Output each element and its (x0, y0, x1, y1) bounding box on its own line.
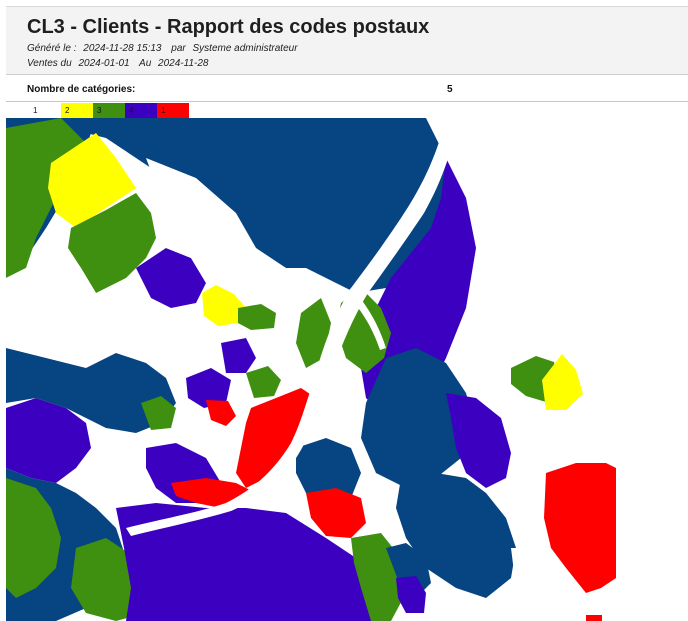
sales-from: 2024-01-01 (78, 58, 130, 69)
categories-label: Nombre de catégories: (27, 84, 136, 95)
map-legend: 1 2 3 4 1 (29, 103, 189, 118)
by-label: par (171, 43, 186, 54)
legend-label-2: 2 (65, 106, 70, 115)
legend-swatch-4: 4 (125, 103, 157, 118)
generated-label: Généré le : (27, 43, 77, 54)
region-red-small (586, 615, 602, 621)
legend-label-5: 1 (161, 106, 166, 115)
report-header: CL3 - Clients - Rapport des codes postau… (6, 6, 688, 75)
legend-swatch-3: 3 (93, 103, 125, 118)
categories-count: 5 (447, 84, 453, 95)
postal-code-map[interactable] (6, 118, 616, 621)
sales-to: 2024-11-28 (158, 58, 209, 69)
sales-label: Ventes du (27, 58, 72, 69)
legend-label-3: 3 (97, 106, 102, 115)
generated-value: 2024-11-28 15:13 (83, 43, 162, 54)
categories-row: Nombre de catégories: 5 (6, 78, 688, 102)
legend-label-1: 1 (33, 106, 38, 115)
legend-swatch-1: 1 (29, 103, 61, 118)
report-page: CL3 - Clients - Rapport des codes postau… (0, 0, 688, 621)
sales-to-label: Au (139, 58, 152, 69)
by-value: Systeme administrateur (192, 43, 298, 54)
map-svg (6, 118, 616, 621)
report-title: CL3 - Clients - Rapport des codes postau… (27, 16, 430, 38)
legend-swatch-5: 1 (157, 103, 189, 118)
legend-swatch-2: 2 (61, 103, 93, 118)
sales-period-line: Ventes du 2024-01-01 Au 2024-11-28 (27, 58, 212, 69)
generated-line: Généré le : 2024-11-28 15:13 par Systeme… (27, 43, 302, 54)
legend-label-4: 4 (129, 106, 134, 115)
